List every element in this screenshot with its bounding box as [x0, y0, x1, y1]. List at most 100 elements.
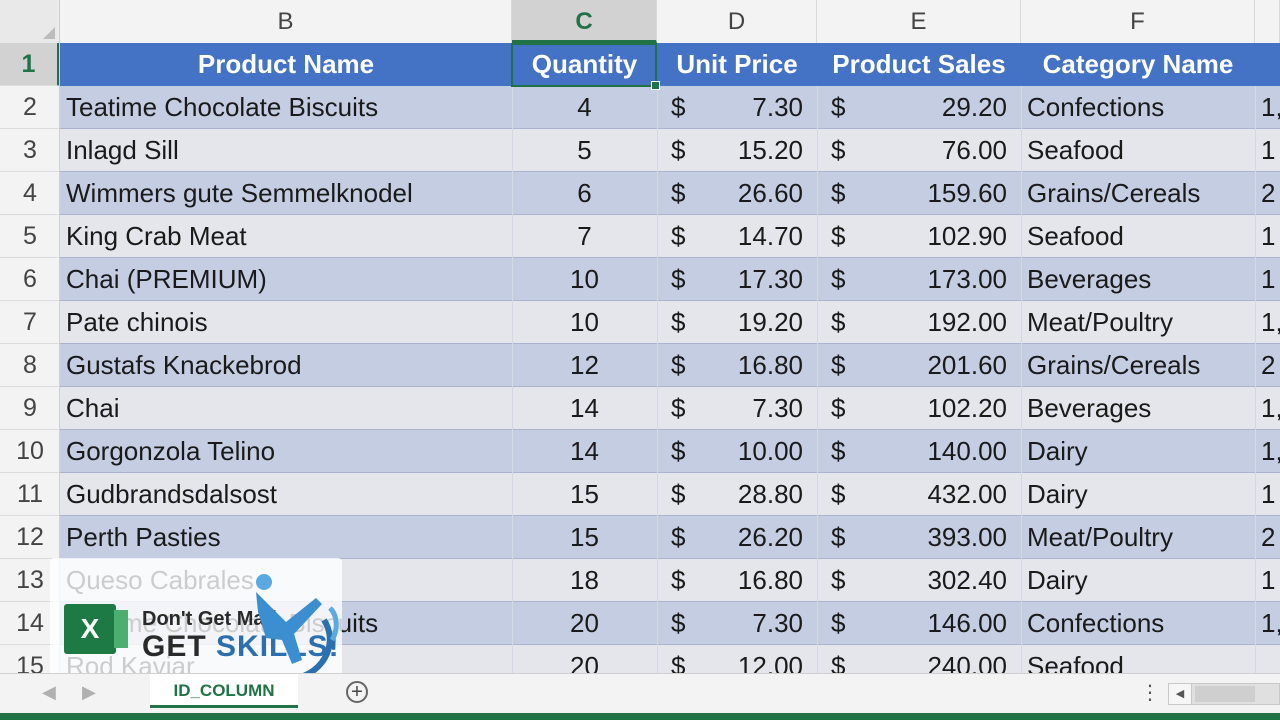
product-sales-cell[interactable]: 173.00 — [857, 258, 1021, 301]
product-name-cell[interactable]: Perth Pasties — [60, 516, 512, 559]
column-header-e[interactable]: E — [817, 0, 1021, 43]
sheet-tab-id-column[interactable]: ID_COLUMN — [150, 674, 298, 708]
unit-price-currency-cell[interactable]: $ — [657, 301, 697, 344]
next-column-cell[interactable]: 1 — [1255, 215, 1280, 258]
unit-price-currency-cell[interactable]: $ — [657, 258, 697, 301]
product-name-cell[interactable]: Teatime Chocolate Biscuits — [60, 86, 512, 129]
unit-price-cell[interactable]: 16.80 — [697, 344, 817, 387]
product-sales-cell[interactable]: 140.00 — [857, 430, 1021, 473]
quantity-cell[interactable]: 20 — [512, 602, 657, 645]
row-header-7[interactable]: 7 — [0, 301, 59, 344]
quantity-cell[interactable]: 7 — [512, 215, 657, 258]
product-name-cell[interactable]: Gudbrandsdalsost — [60, 473, 512, 516]
unit-price-currency-cell[interactable]: $ — [657, 559, 697, 602]
unit-price-cell[interactable]: 12.00 — [697, 645, 817, 673]
unit-price-currency-cell[interactable]: $ — [657, 172, 697, 215]
product-sales-currency-cell[interactable]: $ — [817, 86, 857, 129]
unit-price-currency-cell[interactable]: $ — [657, 516, 697, 559]
column-header-g[interactable] — [1255, 0, 1280, 43]
quantity-cell[interactable]: 4 — [512, 86, 657, 129]
product-sales-currency-cell[interactable]: $ — [817, 129, 857, 172]
row-header-1[interactable]: 1 — [0, 43, 59, 86]
next-column-cell[interactable]: 1, — [1255, 301, 1280, 344]
product-sales-currency-cell[interactable]: $ — [817, 559, 857, 602]
category-name-cell[interactable]: Seafood — [1021, 129, 1255, 172]
category-name-cell[interactable]: Dairy — [1021, 430, 1255, 473]
product-sales-cell[interactable]: 159.60 — [857, 172, 1021, 215]
product-name-cell[interactable]: Chai — [60, 387, 512, 430]
product-sales-currency-cell[interactable]: $ — [817, 172, 857, 215]
next-column-cell[interactable]: 1 — [1255, 473, 1280, 516]
unit-price-currency-cell[interactable]: $ — [657, 430, 697, 473]
product-name-cell[interactable]: Wimmers gute Semmelknodel — [60, 172, 512, 215]
next-column-cell[interactable] — [1255, 645, 1280, 673]
next-column-cell[interactable]: 1 — [1255, 258, 1280, 301]
row-header-10[interactable]: 10 — [0, 430, 59, 473]
unit-price-currency-cell[interactable]: $ — [657, 387, 697, 430]
scrollbar-thumb[interactable] — [1195, 686, 1255, 702]
product-sales-currency-cell[interactable]: $ — [817, 258, 857, 301]
header-cell-cat[interactable]: Category Name — [1021, 43, 1255, 86]
unit-price-cell[interactable]: 10.00 — [697, 430, 817, 473]
category-name-cell[interactable]: Grains/Cereals — [1021, 344, 1255, 387]
row-header-12[interactable]: 12 — [0, 516, 59, 559]
unit-price-cell[interactable]: 14.70 — [697, 215, 817, 258]
unit-price-cell[interactable]: 28.80 — [697, 473, 817, 516]
unit-price-cell[interactable]: 19.20 — [697, 301, 817, 344]
quantity-cell[interactable]: 10 — [512, 301, 657, 344]
unit-price-currency-cell[interactable]: $ — [657, 344, 697, 387]
product-name-cell[interactable]: Chai (PREMIUM) — [60, 258, 512, 301]
scroll-left-icon[interactable]: ◀ — [1169, 684, 1192, 704]
sheet-nav-prev-icon[interactable]: ◀ — [42, 682, 56, 703]
unit-price-cell[interactable]: 7.30 — [697, 602, 817, 645]
product-sales-currency-cell[interactable]: $ — [817, 430, 857, 473]
product-sales-cell[interactable]: 240.00 — [857, 645, 1021, 673]
category-name-cell[interactable]: Beverages — [1021, 258, 1255, 301]
column-header-c[interactable]: C — [512, 0, 657, 43]
next-column-cell[interactable]: 2 — [1255, 344, 1280, 387]
category-name-cell[interactable]: Meat/Poultry — [1021, 516, 1255, 559]
quantity-cell[interactable]: 10 — [512, 258, 657, 301]
product-sales-cell[interactable]: 146.00 — [857, 602, 1021, 645]
category-name-cell[interactable]: Confections — [1021, 86, 1255, 129]
product-name-cell[interactable]: Inlagd Sill — [60, 129, 512, 172]
unit-price-currency-cell[interactable]: $ — [657, 129, 697, 172]
product-sales-cell[interactable]: 102.90 — [857, 215, 1021, 258]
quantity-cell[interactable]: 5 — [512, 129, 657, 172]
category-name-cell[interactable]: Beverages — [1021, 387, 1255, 430]
product-sales-cell[interactable]: 102.20 — [857, 387, 1021, 430]
more-options-icon[interactable]: ⋮ — [1140, 680, 1160, 705]
row-header-6[interactable]: 6 — [0, 258, 59, 301]
product-sales-cell[interactable]: 29.20 — [857, 86, 1021, 129]
product-name-cell[interactable]: Gustafs Knackebrod — [60, 344, 512, 387]
row-header-3[interactable]: 3 — [0, 129, 59, 172]
unit-price-currency-cell[interactable]: $ — [657, 86, 697, 129]
category-name-cell[interactable]: Dairy — [1021, 559, 1255, 602]
header-cell-sales[interactable]: Product Sales — [817, 43, 1021, 86]
product-sales-currency-cell[interactable]: $ — [817, 344, 857, 387]
quantity-cell[interactable]: 15 — [512, 473, 657, 516]
row-header-5[interactable]: 5 — [0, 215, 59, 258]
unit-price-currency-cell[interactable]: $ — [657, 645, 697, 673]
header-cell-price[interactable]: Unit Price — [657, 43, 817, 86]
product-sales-cell[interactable]: 76.00 — [857, 129, 1021, 172]
product-sales-cell[interactable]: 192.00 — [857, 301, 1021, 344]
quantity-cell[interactable]: 14 — [512, 430, 657, 473]
product-name-cell[interactable]: King Crab Meat — [60, 215, 512, 258]
product-sales-currency-cell[interactable]: $ — [817, 645, 857, 673]
category-name-cell[interactable]: Grains/Cereals — [1021, 172, 1255, 215]
quantity-cell[interactable]: 12 — [512, 344, 657, 387]
unit-price-cell[interactable]: 7.30 — [697, 387, 817, 430]
unit-price-currency-cell[interactable]: $ — [657, 215, 697, 258]
next-column-cell[interactable]: 1 — [1255, 559, 1280, 602]
row-header-9[interactable]: 9 — [0, 387, 59, 430]
header-cell-name[interactable]: Product Name — [60, 43, 512, 86]
product-sales-cell[interactable]: 432.00 — [857, 473, 1021, 516]
category-name-cell[interactable]: Meat/Poultry — [1021, 301, 1255, 344]
product-sales-currency-cell[interactable]: $ — [817, 301, 857, 344]
add-sheet-icon[interactable]: + — [346, 681, 368, 703]
product-sales-currency-cell[interactable]: $ — [817, 387, 857, 430]
category-name-cell[interactable]: Seafood — [1021, 645, 1255, 673]
row-header-8[interactable]: 8 — [0, 344, 59, 387]
select-all-corner[interactable] — [0, 0, 60, 43]
